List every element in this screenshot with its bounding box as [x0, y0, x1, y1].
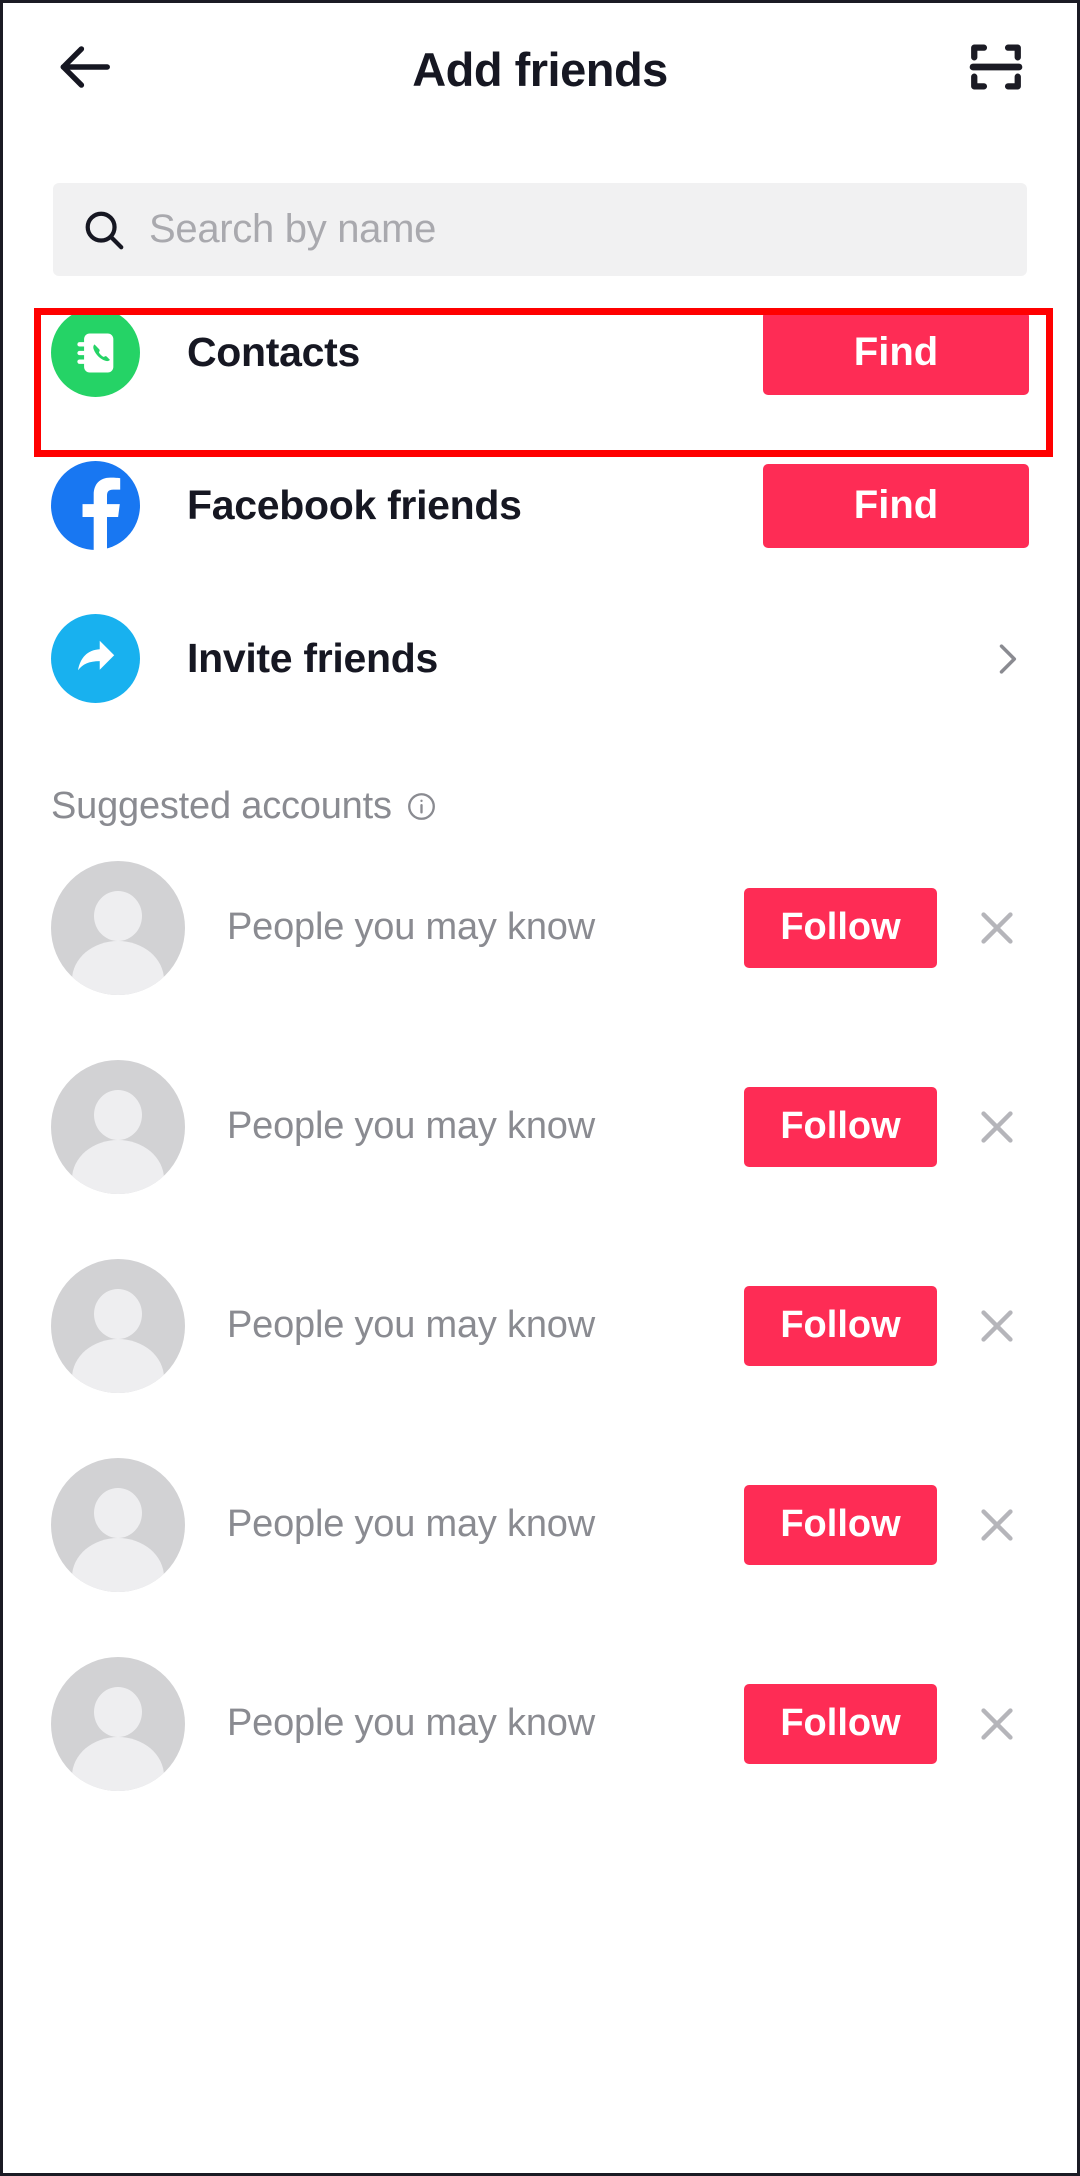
avatar-head: [94, 891, 142, 942]
search-bar[interactable]: Search by name: [53, 183, 1027, 276]
follow-button[interactable]: Follow: [744, 1683, 937, 1764]
suggested-account-row[interactable]: People you may know Follow: [3, 1027, 1077, 1226]
page-title: Add friends: [412, 42, 668, 96]
avatar-placeholder: [51, 860, 185, 995]
contacts-book-phone-icon: [51, 308, 140, 397]
suggested-account-row[interactable]: People you may know Follow: [3, 1425, 1077, 1624]
avatar-body: [72, 1537, 164, 1592]
suggested-accounts-title: Suggested accounts: [51, 785, 392, 827]
close-icon[interactable]: [965, 1294, 1029, 1358]
suggested-account-name: People you may know: [227, 906, 595, 948]
source-row-facebook[interactable]: Facebook friends Find: [3, 445, 1077, 566]
avatar-placeholder: [51, 1656, 185, 1791]
source-row-contacts[interactable]: Contacts Find: [3, 292, 1077, 413]
suggested-account-row[interactable]: People you may know Follow: [3, 1624, 1077, 1823]
suggested-account-name: People you may know: [227, 1105, 595, 1147]
source-label-contacts: Contacts: [187, 329, 361, 375]
suggested-accounts-list: People you may know Follow People you may …: [3, 828, 1077, 1823]
avatar-body: [72, 1338, 164, 1393]
info-circle-icon[interactable]: [406, 791, 437, 822]
avatar-body: [72, 1736, 164, 1791]
avatar-placeholder: [51, 1059, 185, 1194]
search-icon: [81, 207, 127, 253]
share-arrow-icon: [51, 614, 140, 703]
avatar-placeholder: [51, 1457, 185, 1592]
scan-qr-button[interactable]: [959, 32, 1033, 106]
close-icon[interactable]: [965, 1692, 1029, 1756]
source-label-facebook: Facebook friends: [187, 482, 522, 528]
search-input[interactable]: Search by name: [149, 207, 436, 252]
avatar-head: [94, 1090, 142, 1141]
suggested-accounts-header: Suggested accounts: [51, 785, 1077, 828]
avatar-head: [94, 1488, 142, 1539]
follow-button[interactable]: Follow: [744, 1285, 937, 1366]
suggested-account-row[interactable]: People you may know Follow: [3, 1226, 1077, 1425]
facebook-icon: [51, 461, 140, 550]
qr-scan-icon: [967, 38, 1025, 101]
follow-button[interactable]: Follow: [744, 887, 937, 968]
friend-source-list: Contacts Find Facebook friends Find Invi…: [3, 292, 1077, 719]
close-icon[interactable]: [965, 896, 1029, 960]
find-contacts-button[interactable]: Find: [763, 310, 1029, 395]
suggested-account-name: People you may know: [227, 1304, 595, 1346]
suggested-account-row[interactable]: People you may know Follow: [3, 828, 1077, 1027]
find-facebook-button[interactable]: Find: [763, 463, 1029, 548]
avatar-body: [72, 940, 164, 995]
chevron-right-icon[interactable]: [985, 637, 1029, 681]
follow-button[interactable]: Follow: [744, 1086, 937, 1167]
follow-button[interactable]: Follow: [744, 1484, 937, 1565]
source-label-invite: Invite friends: [187, 635, 438, 681]
avatar-head: [94, 1687, 142, 1738]
back-button[interactable]: [47, 32, 121, 106]
suggested-account-name: People you may know: [227, 1702, 595, 1744]
close-icon[interactable]: [965, 1493, 1029, 1557]
app-header: Add friends: [3, 3, 1077, 135]
avatar-head: [94, 1289, 142, 1340]
arrow-left-icon: [53, 36, 115, 103]
avatar-body: [72, 1139, 164, 1194]
add-friends-screen: Add friends Search by name Contacts Find…: [0, 0, 1080, 2176]
avatar-placeholder: [51, 1258, 185, 1393]
suggested-account-name: People you may know: [227, 1503, 595, 1545]
close-icon[interactable]: [965, 1095, 1029, 1159]
source-row-invite[interactable]: Invite friends: [3, 598, 1077, 719]
